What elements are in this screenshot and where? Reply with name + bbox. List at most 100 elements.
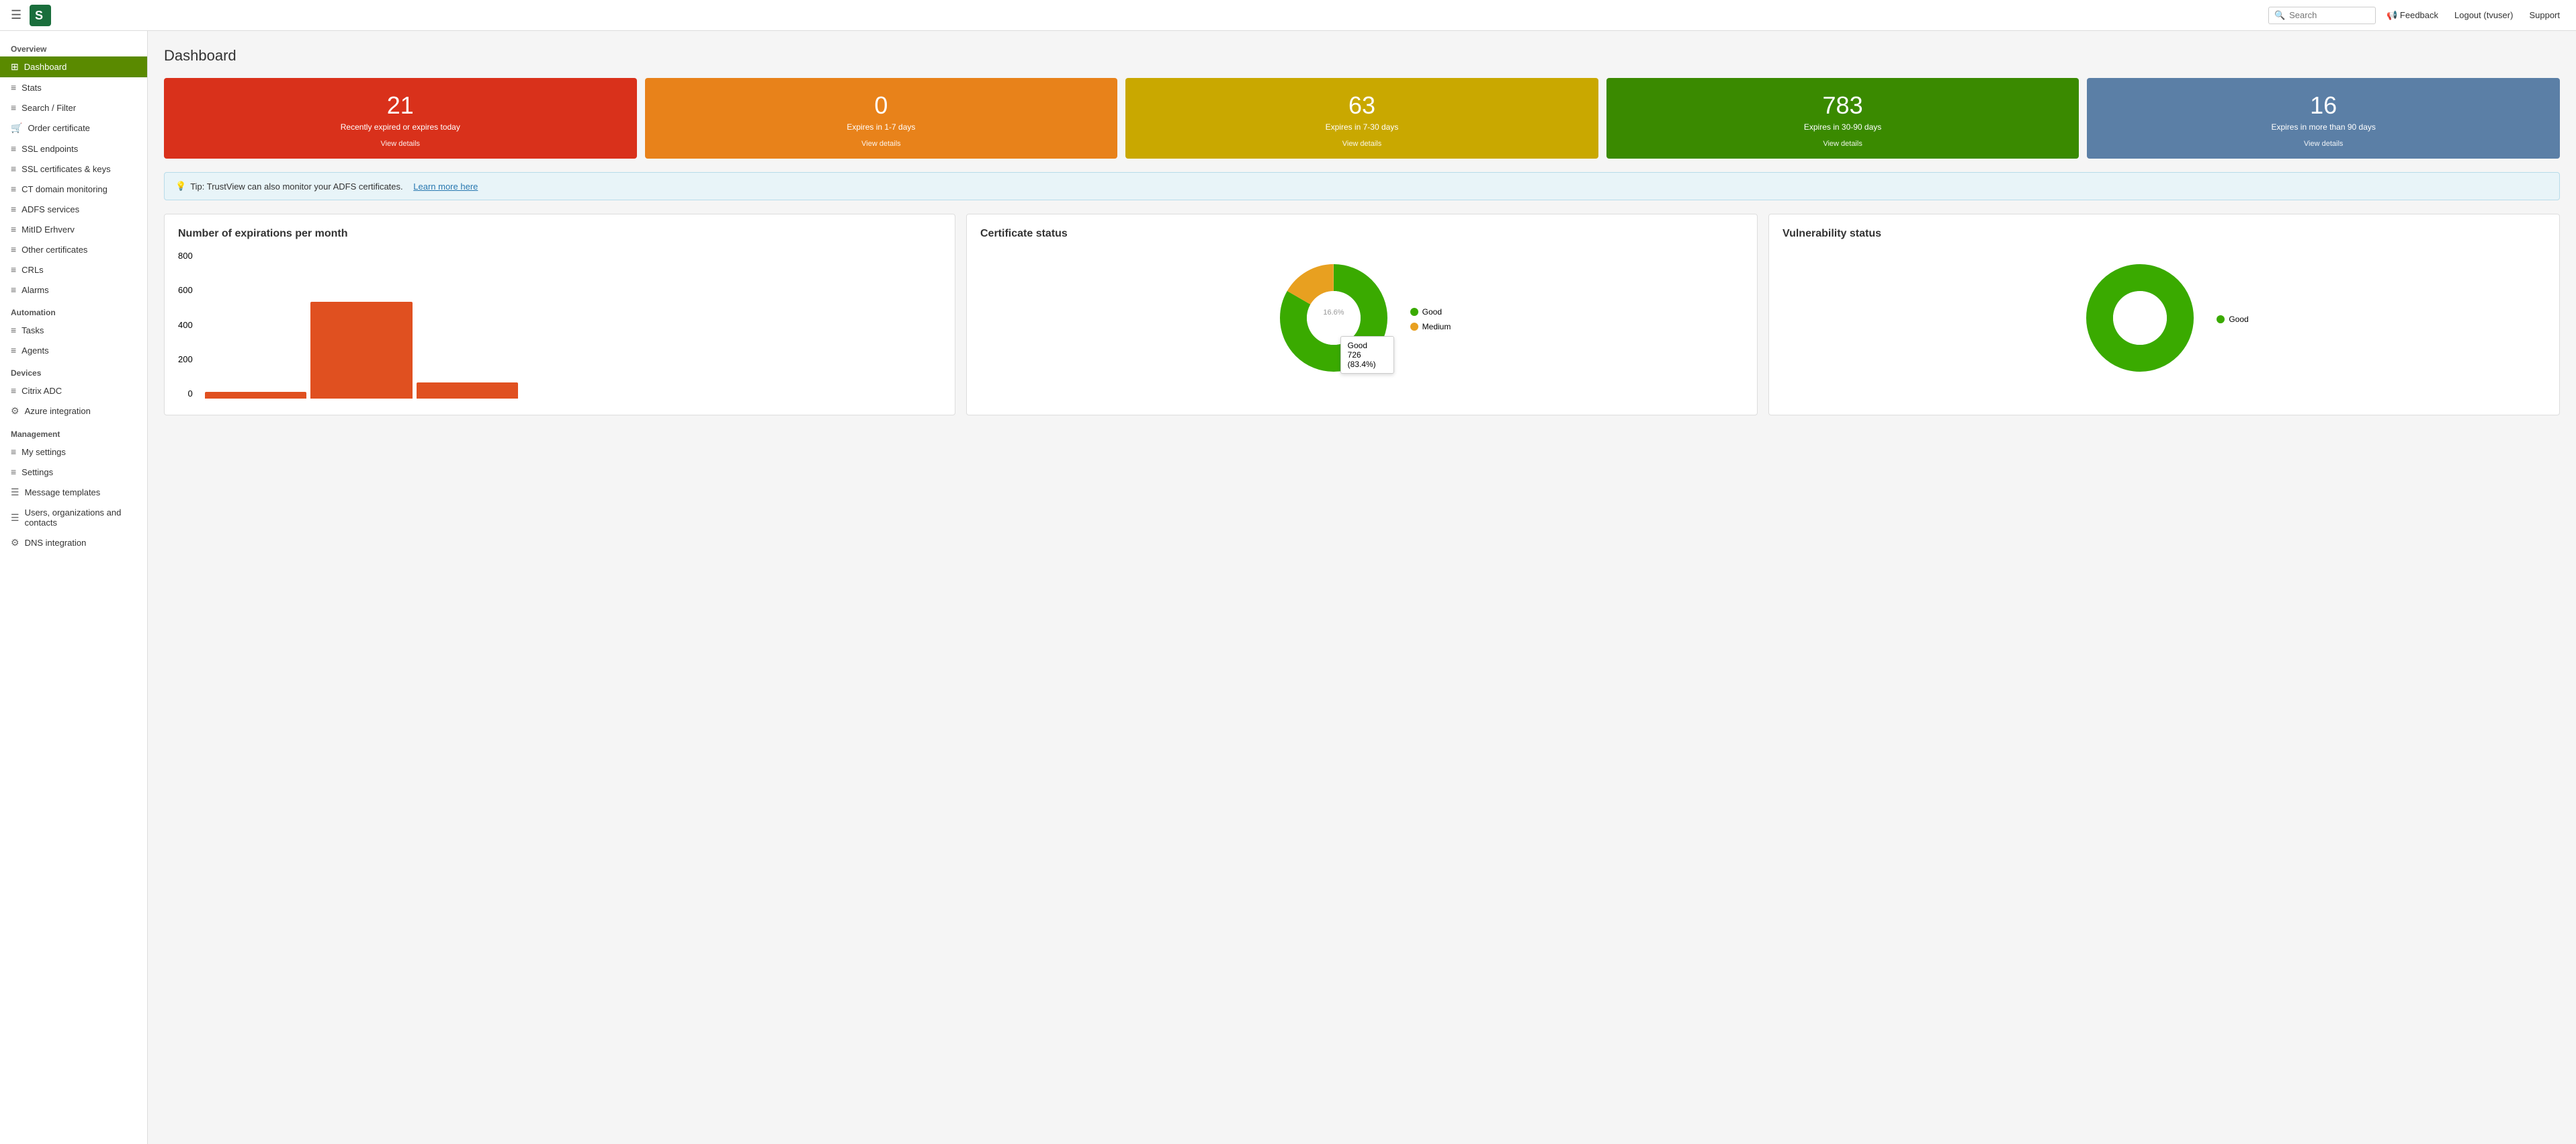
ssl-endpoints-icon: ≡ xyxy=(11,143,16,154)
sidebar-label-dashboard: Dashboard xyxy=(24,62,67,72)
sidebar-item-ssl-certs[interactable]: ≡ SSL certificates & keys xyxy=(0,159,147,179)
users-icon: ☰ xyxy=(11,512,19,524)
sidebar-item-alarms[interactable]: ≡ Alarms xyxy=(0,280,147,300)
sidebar-item-other-certs[interactable]: ≡ Other certificates xyxy=(0,239,147,259)
y-label-600: 600 xyxy=(178,285,193,295)
stat-number-expired: 21 xyxy=(175,91,626,120)
sidebar-item-stats[interactable]: ≡ Stats xyxy=(0,77,147,97)
stat-card-7-30[interactable]: 63 Expires in 7-30 days View details xyxy=(1125,78,1598,159)
sidebar-label-tasks: Tasks xyxy=(22,325,44,335)
cert-status-donut-area: 16.6% Good 726 (83.4%) Good xyxy=(980,251,1744,380)
sidebar-item-azure[interactable]: ⚙ Azure integration xyxy=(0,401,147,421)
legend-medium: Medium xyxy=(1410,322,1451,331)
vuln-donut xyxy=(2079,257,2200,380)
stat-view-expired[interactable]: View details xyxy=(175,140,626,148)
other-certs-icon: ≡ xyxy=(11,244,16,255)
bar-1 xyxy=(310,251,412,399)
support-link[interactable]: Support xyxy=(2524,10,2565,20)
stat-card-90plus[interactable]: 16 Expires in more than 90 days View det… xyxy=(2087,78,2560,159)
page-title: Dashboard xyxy=(164,47,2560,65)
feedback-link[interactable]: 📢 Feedback xyxy=(2381,10,2444,21)
sidebar-item-message-templates[interactable]: ☰ Message templates xyxy=(0,482,147,503)
adfs-icon: ≡ xyxy=(11,204,16,214)
sidebar-label-mitid: MitID Erhverv xyxy=(22,224,75,235)
bar-0 xyxy=(205,251,306,399)
y-labels: 800 600 400 200 0 xyxy=(178,251,197,399)
sidebar-item-mitid[interactable]: ≡ MitID Erhverv xyxy=(0,219,147,239)
expirations-chart-title: Number of expirations per month xyxy=(178,228,941,240)
vuln-label-good: Good xyxy=(2229,315,2248,324)
order-icon: 🛒 xyxy=(11,122,22,134)
sidebar-item-users-orgs[interactable]: ☰ Users, organizations and contacts xyxy=(0,503,147,532)
y-label-400: 400 xyxy=(178,320,193,330)
settings-icon: ≡ xyxy=(11,466,16,477)
vuln-legend-good: Good xyxy=(2217,315,2248,324)
management-section-label: Management xyxy=(0,421,147,442)
crls-icon: ≡ xyxy=(11,264,16,275)
legend-dot-medium xyxy=(1410,323,1418,331)
stat-desc-expired: Recently expired or expires today xyxy=(175,122,626,132)
legend-dot-good xyxy=(1410,308,1418,316)
sidebar-label-settings: Settings xyxy=(22,467,53,477)
sidebar-item-tasks[interactable]: ≡ Tasks xyxy=(0,320,147,340)
stat-number-90plus: 16 xyxy=(2098,91,2549,120)
expirations-chart-card: Number of expirations per month 800 600 … xyxy=(164,214,955,415)
menu-icon[interactable]: ☰ xyxy=(11,8,22,22)
cert-status-donut: 16.6% Good 726 (83.4%) xyxy=(1273,257,1394,380)
vuln-legend: Good xyxy=(2217,315,2248,324)
main-content: Dashboard 21 Recently expired or expires… xyxy=(148,31,2576,1144)
stat-view-7-30[interactable]: View details xyxy=(1136,140,1588,148)
agents-icon: ≡ xyxy=(11,345,16,356)
sidebar-item-my-settings[interactable]: ≡ My settings xyxy=(0,442,147,462)
search-box[interactable]: 🔍 xyxy=(2268,7,2376,24)
dns-icon: ⚙ xyxy=(11,537,19,548)
sidebar-item-dashboard[interactable]: ⊞ Dashboard xyxy=(0,56,147,77)
tip-link[interactable]: Learn more here xyxy=(413,181,478,192)
sidebar-item-search-filter[interactable]: ≡ Search / Filter xyxy=(0,97,147,118)
sidebar-label-users: Users, organizations and contacts xyxy=(25,507,136,528)
bar-2 xyxy=(417,251,518,399)
sidebar-label-other: Other certificates xyxy=(22,245,87,255)
bar-chart-area: 800 600 400 200 0 xyxy=(178,251,941,399)
sidebar-item-order-cert[interactable]: 🛒 Order certificate xyxy=(0,118,147,138)
stat-card-expired[interactable]: 21 Recently expired or expires today Vie… xyxy=(164,78,637,159)
sidebar-item-dns[interactable]: ⚙ DNS integration xyxy=(0,532,147,553)
sidebar-item-agents[interactable]: ≡ Agents xyxy=(0,340,147,360)
logout-link[interactable]: Logout (tvuser) xyxy=(2449,10,2518,20)
app-logo: S xyxy=(30,5,51,26)
stat-number-1-7: 0 xyxy=(656,91,1107,120)
search-input[interactable] xyxy=(2289,10,2370,20)
sidebar-label-agents: Agents xyxy=(22,345,48,356)
stats-icon: ≡ xyxy=(11,82,16,93)
vuln-dot-good xyxy=(2217,315,2225,323)
stat-desc-1-7: Expires in 1-7 days xyxy=(656,122,1107,132)
stat-desc-30-90: Expires in 30-90 days xyxy=(1617,122,2069,132)
legend-label-good: Good xyxy=(1422,307,1442,317)
sidebar-item-crls[interactable]: ≡ CRLs xyxy=(0,259,147,280)
vuln-status-chart-card: Vulnerability status Good xyxy=(1768,214,2560,415)
templates-icon: ☰ xyxy=(11,487,19,498)
svg-text:S: S xyxy=(35,9,43,22)
stat-desc-90plus: Expires in more than 90 days xyxy=(2098,122,2549,132)
ssl-certs-icon: ≡ xyxy=(11,163,16,174)
sidebar-item-ct-domain[interactable]: ≡ CT domain monitoring xyxy=(0,179,147,199)
stat-view-90plus[interactable]: View details xyxy=(2098,140,2549,148)
sidebar-item-citrix[interactable]: ≡ Citrix ADC xyxy=(0,380,147,401)
tip-icon: 💡 xyxy=(175,181,186,192)
stat-card-1-7[interactable]: 0 Expires in 1-7 days View details xyxy=(645,78,1118,159)
sidebar-item-ssl-endpoints[interactable]: ≡ SSL endpoints xyxy=(0,138,147,159)
cert-status-legend: Good Medium xyxy=(1410,307,1451,331)
stat-view-30-90[interactable]: View details xyxy=(1617,140,2069,148)
sidebar-label-ssl-ep: SSL endpoints xyxy=(22,144,78,154)
dashboard-icon: ⊞ xyxy=(11,61,19,73)
bar-4 xyxy=(628,251,730,399)
sidebar-item-settings[interactable]: ≡ Settings xyxy=(0,462,147,482)
bar-rect-2 xyxy=(417,382,518,399)
charts-row: Number of expirations per month 800 600 … xyxy=(164,214,2560,415)
cert-status-title: Certificate status xyxy=(980,228,1744,240)
sidebar: Overview ⊞ Dashboard ≡ Stats ≡ Search / … xyxy=(0,31,148,1144)
sidebar-item-adfs[interactable]: ≡ ADFS services xyxy=(0,199,147,219)
stat-card-30-90[interactable]: 783 Expires in 30-90 days View details xyxy=(1606,78,2079,159)
stat-view-1-7[interactable]: View details xyxy=(656,140,1107,148)
topbar-right: 🔍 📢 Feedback Logout (tvuser) Support xyxy=(2268,7,2565,24)
